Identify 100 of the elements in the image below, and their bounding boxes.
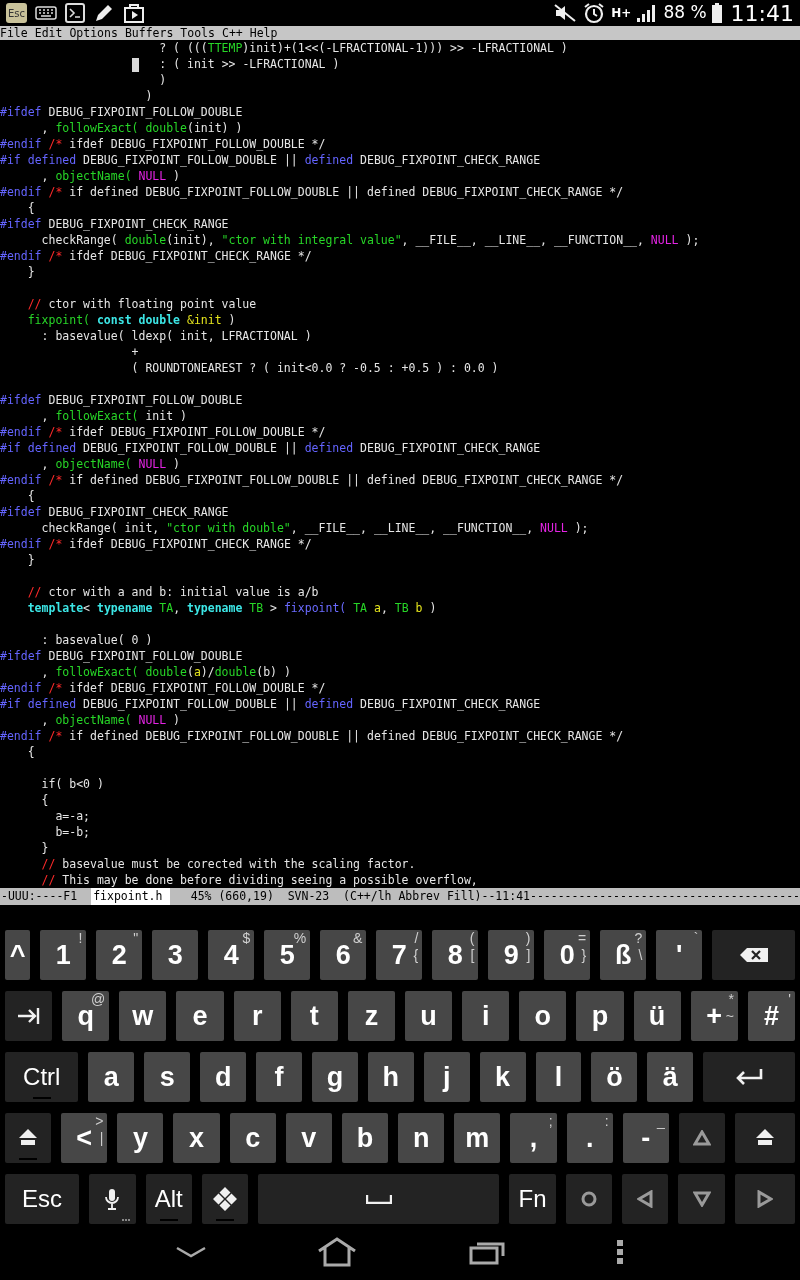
backspace-icon (738, 947, 769, 963)
enter-icon (734, 1067, 765, 1087)
keyboard-key[interactable]: a (88, 1052, 135, 1102)
keyboard-key[interactable]: u (405, 991, 453, 1041)
keyboard-key[interactable]: Ctrl (5, 1052, 79, 1102)
keyboard-key[interactable] (734, 1174, 795, 1224)
keyboard-key[interactable]: Alt (145, 1174, 192, 1224)
code-line: #if defined DEBUG_FIXPOINT_FOLLOW_DOUBLE || defined DEBUG_FIXPOINT_CHECK_RANGE (0, 696, 542, 712)
app-icon[interactable]: Esc (6, 3, 28, 23)
code-line: #endif /* if defined DEBUG_FIXPOINT_FOLLOW_DOUBLE || defined DEBUG_FIXPOINT_CHECK_RANGE */ (0, 728, 625, 744)
code-line: : basevalue( ldexp( init, LFRACTIONAL ) (40, 328, 313, 344)
keyboard-key[interactable]: ä (647, 1052, 694, 1102)
buffer-name[interactable]: fixpoint.h (91, 888, 170, 905)
keyboard-key[interactable]: y (117, 1113, 164, 1163)
keyboard-key[interactable]: , ; (510, 1113, 557, 1163)
keyboard-key[interactable] (703, 1052, 795, 1102)
menu-item[interactable]: Options (69, 26, 118, 40)
keyboard-key[interactable]: z (347, 991, 395, 1041)
keyboard-key[interactable]: - _ (622, 1113, 669, 1163)
text-cursor (131, 57, 139, 72)
keyboard-icon[interactable] (35, 6, 58, 20)
keyboard-key[interactable]: Esc (5, 1174, 80, 1224)
menu-item[interactable]: Buffers (124, 26, 174, 40)
keyboard-key[interactable]: g (312, 1052, 358, 1102)
mode-line-info: 45% (660,19) SVN-23 (C++/lh Abbrev Fill)--11:41--------------------------------------- (190, 888, 800, 905)
keyboard-key[interactable] (712, 930, 796, 980)
circle-icon (579, 1190, 598, 1208)
code-line: checkRange( init, "ctor with double", __FILE__, __LINE__, __FUNCTION__, NULL ); (40, 520, 590, 536)
keyboard-key[interactable]: f (256, 1052, 302, 1102)
menu-item[interactable]: Help (249, 26, 278, 40)
keyboard-key[interactable] (735, 1113, 796, 1163)
menu-item[interactable]: Tools (180, 26, 215, 40)
keyboard-key[interactable]: . : (566, 1113, 613, 1163)
keyboard-key[interactable] (678, 1174, 725, 1224)
keyboard-key[interactable]: 4$ (208, 930, 255, 980)
code-line: #endif /* ifdef DEBUG_FIXPOINT_CHECK_RANGE */ (0, 536, 313, 552)
keyboard-key[interactable]: # ' (747, 991, 795, 1041)
keyboard-key[interactable] (89, 1174, 136, 1224)
keyboard-key[interactable]: m (454, 1113, 501, 1163)
chevron-down-icon[interactable] (175, 1246, 206, 1258)
terminal-icon[interactable] (65, 3, 86, 23)
keyboard-key[interactable]: p (576, 991, 624, 1041)
keyboard-key[interactable]: r (233, 991, 281, 1041)
keyboard-key[interactable]: s (144, 1052, 191, 1102)
store-bag-icon[interactable] (123, 2, 146, 24)
keyboard-key[interactable]: n (398, 1113, 445, 1163)
code-line: , objectName( NULL ) (40, 712, 182, 728)
keyboard-key[interactable]: b (341, 1113, 389, 1163)
keyboard-key[interactable]: i (462, 991, 510, 1041)
keyboard-key[interactable]: ö (591, 1052, 638, 1102)
battery-percent: 88 % (663, 1, 707, 25)
keyboard-key[interactable]: k (479, 1052, 526, 1102)
keyboard-key[interactable]: t (290, 991, 338, 1041)
keyboard-key[interactable]: Fn (509, 1174, 556, 1224)
keyboard-key[interactable]: 2 " (96, 930, 143, 980)
menu-item[interactable]: C++ (221, 26, 243, 40)
keyboard-key[interactable]: d (200, 1052, 247, 1102)
keyboard-key[interactable]: o (519, 991, 567, 1041)
code-line: a=-a; (54, 808, 91, 824)
keyboard-key[interactable]: x (173, 1113, 220, 1163)
code-line: ) (144, 88, 154, 104)
code-line: #endif /* if defined DEBUG_FIXPOINT_FOLLOW_DOUBLE || defined DEBUG_FIXPOINT_CHECK_RANGE */ (0, 472, 625, 488)
code-line: ( ROUNDTONEAREST ? ( init<0.0 ? -0.5 : +0.5 ) : 0.0 ) (130, 360, 500, 376)
code-line: #endif /* ifdef DEBUG_FIXPOINT_CHECK_RANGE */ (0, 248, 313, 264)
code-line: : ( init >> -LFRACTIONAL ) (0, 56, 800, 72)
code-line: // basevalue must be corected with the scaling factor. (40, 856, 417, 872)
menu-item[interactable]: File (0, 26, 28, 40)
code-line: #endif /* ifdef DEBUG_FIXPOINT_FOLLOW_DOUBLE */ (0, 424, 327, 440)
keyboard-key[interactable]: 6& (320, 930, 367, 980)
keyboard-key[interactable]: ü (633, 991, 681, 1041)
keyboard-key[interactable]: h (367, 1052, 414, 1102)
keyboard-key[interactable] (5, 1113, 52, 1163)
keyboard-key[interactable]: ' ` (656, 930, 703, 980)
keyboard-key[interactable]: w (119, 991, 167, 1041)
keyboard-key[interactable] (622, 1174, 669, 1224)
keyboard-key[interactable]: 3 (152, 930, 199, 980)
muted-speaker-icon (553, 3, 578, 23)
code-line: template< typename TA, typename TB > fixpoint( TA a, TB b ) (26, 600, 438, 616)
overflow-menu-icon[interactable] (616, 1239, 625, 1265)
keyboard-key[interactable]: 5% (264, 930, 311, 980)
home-icon[interactable] (317, 1237, 358, 1267)
keyboard-key[interactable]: e (176, 991, 224, 1041)
network-type: H+ (611, 7, 632, 19)
shift-icon (17, 1128, 40, 1148)
keyboard-key[interactable]: c (229, 1113, 276, 1163)
keyboard-key[interactable] (678, 1113, 726, 1163)
keyboard-key[interactable]: q@ (62, 991, 110, 1041)
keyboard-key[interactable]: 1 ! (40, 930, 87, 980)
code-line: // This may be done before dividing seeing a possible overflow, (40, 872, 479, 888)
keyboard-key[interactable]: v (285, 1113, 332, 1163)
code-line: , followExact( init ) (40, 408, 188, 424)
keyboard-key[interactable] (201, 1174, 249, 1224)
code-line: , followExact( double(init) ) (40, 120, 244, 136)
keyboard-key[interactable]: j (423, 1052, 470, 1102)
code-line: { (40, 792, 50, 808)
keyboard-key[interactable]: ^ (5, 930, 31, 980)
keyboard-key[interactable] (5, 991, 53, 1041)
menu-item[interactable]: Edit (34, 26, 63, 40)
keyboard-key[interactable]: l (535, 1052, 582, 1102)
keyboard-key[interactable] (565, 1174, 613, 1224)
